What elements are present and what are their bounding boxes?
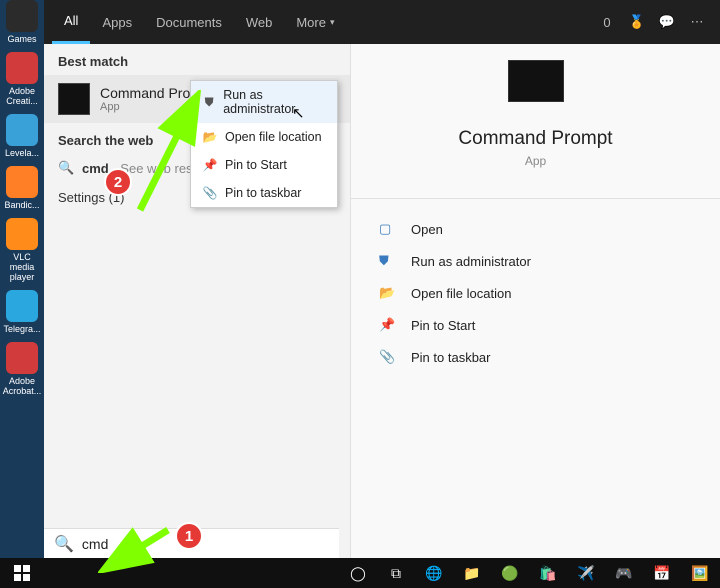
- command-prompt-icon: [508, 60, 564, 102]
- desktop-icon[interactable]: Telegra...: [0, 290, 44, 334]
- desktop-icon[interactable]: Adobe Acrobat...: [0, 342, 44, 396]
- folder-icon: 📂: [379, 285, 399, 301]
- search-input[interactable]: [82, 536, 329, 552]
- desktop-icon[interactable]: VLC media player: [0, 218, 44, 282]
- taskbar-app-chrome[interactable]: 🟢: [491, 558, 529, 588]
- open-icon: ▢: [379, 221, 399, 237]
- folder-icon: 📂: [201, 130, 219, 144]
- pin-icon: 📌: [379, 317, 399, 333]
- start-search-panel: Best match Command Prompt App Search the…: [44, 0, 720, 558]
- context-menu: ⛊Run as administrator 📂Open file locatio…: [190, 80, 338, 208]
- best-match-heading: Best match: [44, 44, 350, 75]
- command-prompt-icon: [58, 83, 90, 115]
- rewards-count[interactable]: 0: [592, 15, 622, 30]
- chevron-down-icon: ▾: [330, 17, 335, 28]
- pin-taskbar-icon: 📎: [379, 349, 399, 365]
- result-detail-pane: Command Prompt App ▢Open ⛊Run as adminis…: [350, 0, 720, 558]
- pin-taskbar-icon: 📎: [201, 186, 219, 200]
- tab-documents[interactable]: Documents: [144, 0, 234, 44]
- taskbar-app-xbox[interactable]: 🎮: [605, 558, 643, 588]
- feedback-icon[interactable]: 💬: [652, 14, 682, 30]
- desktop-icon[interactable]: Adobe Creati...: [0, 52, 44, 106]
- pin-icon: 📌: [201, 158, 219, 172]
- taskbar-app-calendar[interactable]: 📅: [643, 558, 681, 588]
- taskbar-cortana-icon[interactable]: ◯: [339, 558, 377, 588]
- desktop-icon[interactable]: Levela...: [0, 114, 44, 158]
- action-pin-start[interactable]: 📌Pin to Start: [351, 309, 720, 341]
- tab-web[interactable]: Web: [234, 0, 285, 44]
- tab-apps[interactable]: Apps: [90, 0, 144, 44]
- ctx-run-as-admin[interactable]: ⛊Run as administrator: [191, 81, 337, 123]
- taskbar: ◯ ⧉ 🌐 📁 🟢 🛍️ ✈️ 🎮 📅 🖼️: [0, 558, 720, 588]
- start-button[interactable]: [0, 558, 44, 588]
- desktop-icon[interactable]: Games: [0, 0, 44, 44]
- shield-icon: ⛊: [201, 95, 217, 110]
- shield-icon: ⛊: [379, 253, 399, 269]
- desktop-icon[interactable]: Bandic...: [0, 166, 44, 210]
- taskbar-app-edge[interactable]: 🌐: [415, 558, 453, 588]
- search-bar[interactable]: 🔍: [44, 528, 339, 558]
- action-run-as-admin[interactable]: ⛊Run as administrator: [351, 245, 720, 277]
- action-pin-taskbar[interactable]: 📎Pin to taskbar: [351, 341, 720, 373]
- taskbar-app-telegram[interactable]: ✈️: [567, 558, 605, 588]
- tab-all[interactable]: All: [52, 0, 90, 44]
- taskbar-taskview-icon[interactable]: ⧉: [377, 558, 415, 588]
- separator: [351, 198, 720, 199]
- search-icon: 🔍: [58, 160, 74, 176]
- search-tabs-header: All Apps Documents Web More▾ 0 🏅 💬 ⋯: [44, 0, 720, 44]
- taskbar-app-explorer[interactable]: 📁: [453, 558, 491, 588]
- ctx-open-file-location[interactable]: 📂Open file location: [191, 123, 337, 151]
- rewards-icon[interactable]: 🏅: [622, 14, 652, 30]
- tab-more[interactable]: More▾: [284, 0, 346, 44]
- detail-title: Command Prompt: [351, 128, 720, 150]
- taskbar-app-store[interactable]: 🛍️: [529, 558, 567, 588]
- action-open[interactable]: ▢Open: [351, 213, 720, 245]
- taskbar-search-area: [44, 558, 339, 588]
- search-icon: 🔍: [54, 534, 74, 554]
- ctx-pin-start[interactable]: 📌Pin to Start: [191, 151, 337, 179]
- more-options-icon[interactable]: ⋯: [682, 14, 712, 30]
- action-open-file-location[interactable]: 📂Open file location: [351, 277, 720, 309]
- ctx-pin-taskbar[interactable]: 📎Pin to taskbar: [191, 179, 337, 207]
- taskbar-app-photos[interactable]: 🖼️: [681, 558, 719, 588]
- desktop-icons-column: Games Adobe Creati... Levela... Bandic..…: [0, 0, 44, 558]
- windows-icon: [14, 565, 30, 581]
- detail-subtitle: App: [351, 154, 720, 168]
